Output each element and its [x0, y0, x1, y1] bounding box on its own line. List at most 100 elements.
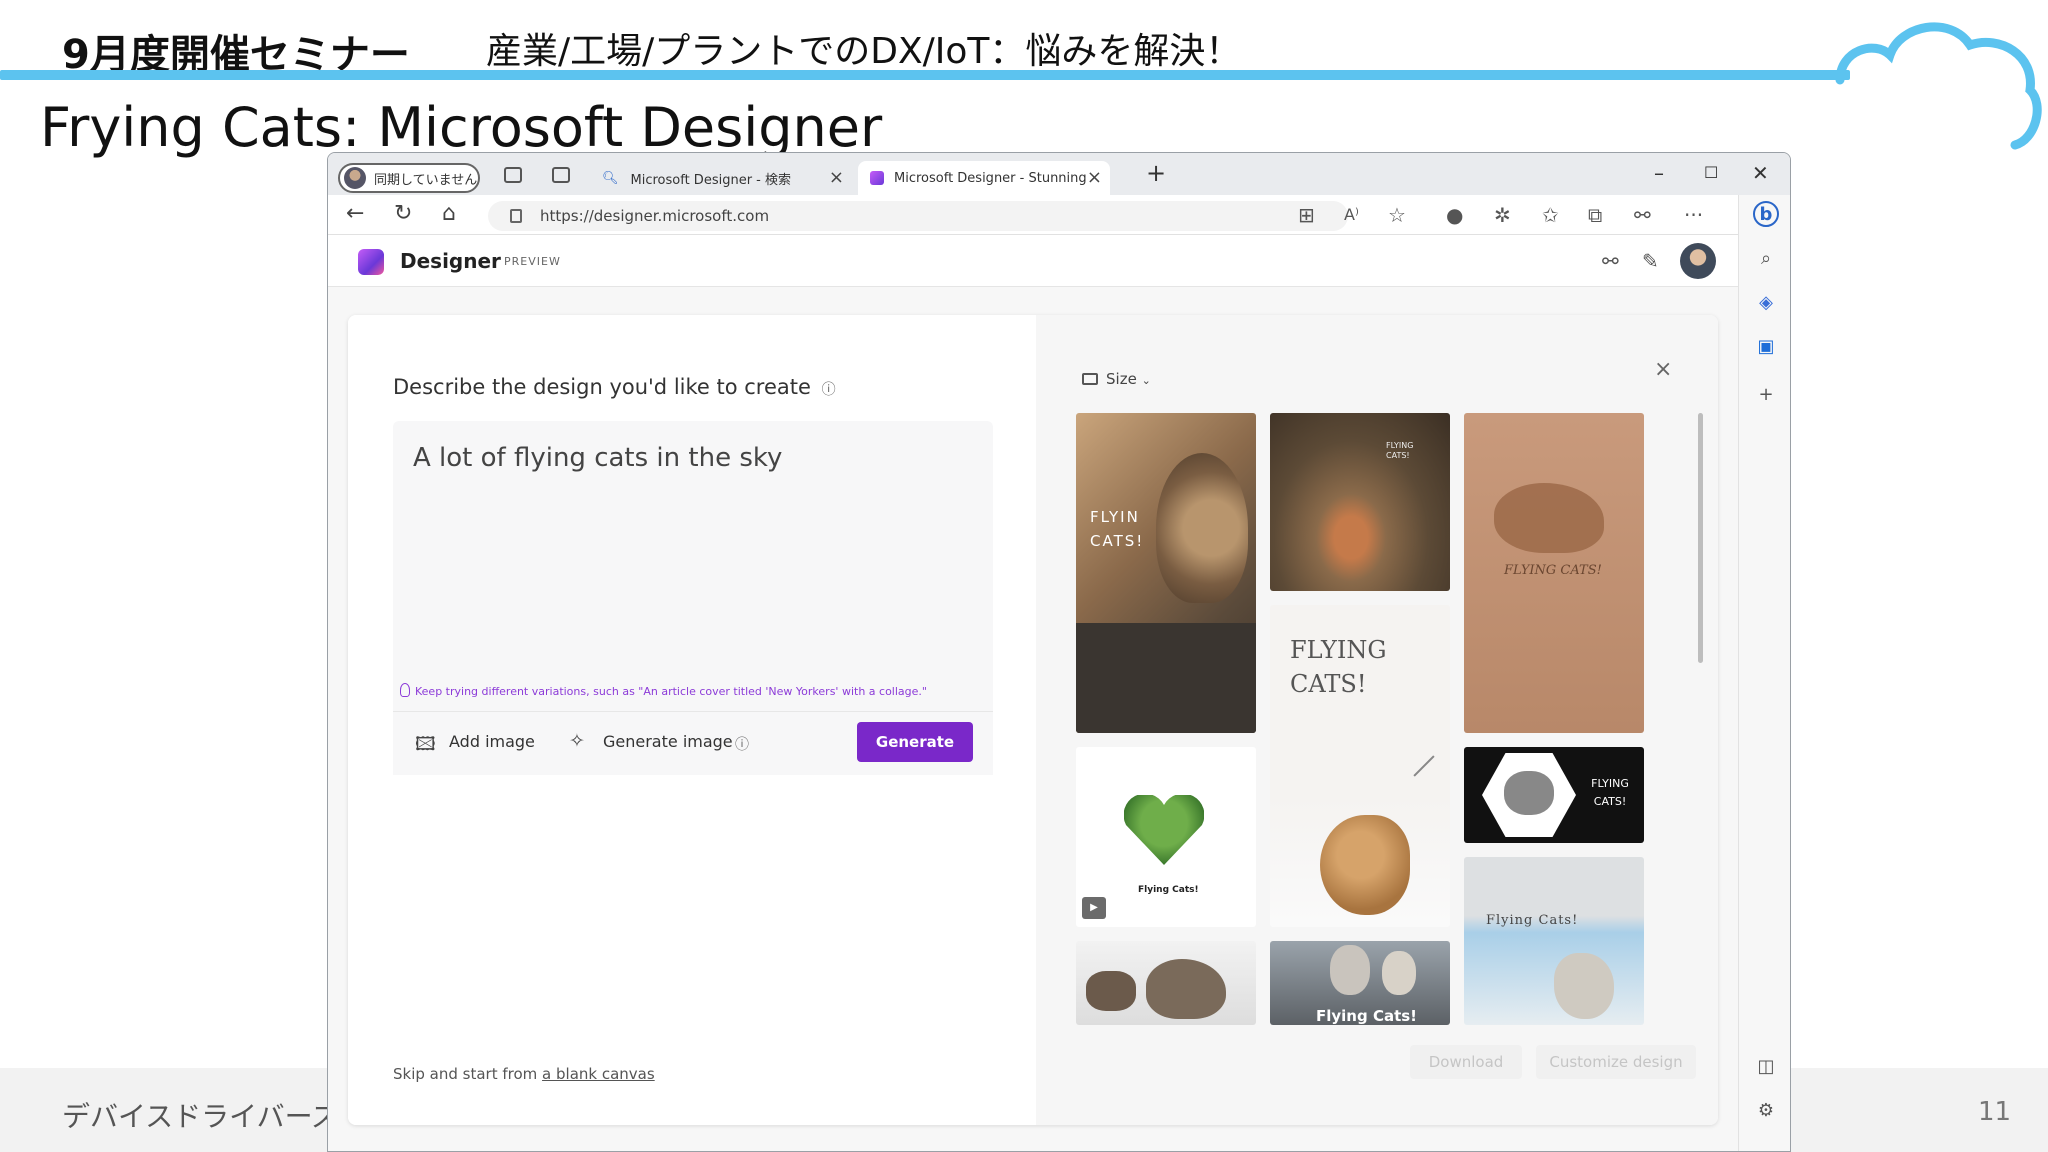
tip-text: Keep trying different variations, such a… — [415, 685, 927, 698]
page-number: 11 — [1978, 1097, 2012, 1127]
favorite-star-icon[interactable]: ☆ — [1388, 203, 1406, 227]
search-icon: 🔍︎ — [602, 170, 619, 186]
prompt-actions: 🖾 Add image ✧ Generate image ⓘ Generate — [393, 711, 993, 775]
design-thumbnail[interactable]: FLYING CATS! — [1270, 413, 1450, 591]
designer-icon — [870, 171, 884, 185]
profile-avatar — [344, 167, 366, 189]
design-thumbnail[interactable]: Flying Cats! ▶ — [1076, 747, 1256, 927]
sidebar-toggle-icon[interactable]: ◫ — [1753, 1053, 1779, 1079]
design-thumbnail[interactable] — [1076, 941, 1256, 1025]
design-title: FLYING CATS! — [1290, 636, 1387, 698]
cat-image — [1146, 959, 1226, 1019]
info-icon[interactable]: ⓘ — [735, 734, 749, 754]
office-icon[interactable]: ◈ — [1753, 289, 1779, 315]
tab-designer[interactable]: Microsoft Designer - Stunning d × — [858, 161, 1110, 195]
cat-image — [1330, 945, 1370, 995]
close-icon[interactable]: × — [829, 167, 844, 188]
video-icon: ▶ — [1082, 897, 1106, 919]
collections-icon[interactable]: ⧉ — [1588, 203, 1602, 227]
read-aloud-icon[interactable]: A⁾ — [1344, 205, 1359, 224]
tab-search[interactable]: 🔍︎ Microsoft Designer - 検索 × — [590, 161, 852, 195]
refresh-icon[interactable]: ↻ — [394, 201, 412, 226]
design-title: Flying Cats! — [1486, 913, 1579, 928]
cat-basket — [1076, 623, 1256, 733]
cloud-icon — [1835, 22, 2042, 150]
prompt-pane: Describe the design you'd like to create… — [348, 315, 1036, 1125]
design-title: FLYING CATS! — [1386, 441, 1414, 460]
info-icon[interactable]: ⓘ — [822, 382, 836, 398]
settings-icon[interactable]: ⚙ — [1753, 1097, 1779, 1123]
home-icon[interactable]: ⌂ — [442, 201, 456, 226]
design-thumbnail[interactable]: FLYING CATS! — [1464, 747, 1644, 843]
footer-company: デバイスドライバーズ — [62, 1100, 340, 1133]
design-thumbnail[interactable]: FLYING CATS! — [1464, 413, 1644, 733]
seminar-subtitle: 産業/工場/プラントでのDX/IoT：悩みを解決！ — [486, 31, 1242, 72]
cat-image — [1156, 453, 1248, 603]
profile-button[interactable]: 同期していません — [338, 163, 480, 193]
back-icon[interactable]: ← — [346, 201, 364, 226]
generate-image-button[interactable]: Generate image — [603, 732, 733, 751]
outlook-icon[interactable]: ▣ — [1753, 333, 1779, 359]
cookie-icon[interactable]: ● — [1446, 203, 1463, 227]
size-label: Size — [1106, 370, 1137, 388]
brand-kit-icon[interactable]: ✎ — [1642, 249, 1659, 273]
skip-text: Skip and start from a blank canvas — [393, 1065, 655, 1083]
extensions-icon[interactable]: ✲ — [1494, 203, 1511, 227]
blank-canvas-link[interactable]: a blank canvas — [542, 1065, 655, 1083]
minimize-icon[interactable]: – — [1654, 161, 1664, 185]
generate-button[interactable]: Generate — [857, 722, 973, 762]
tab-bar: 同期していません 🔍︎ Microsoft Designer - 検索 × Mi… — [328, 153, 1790, 195]
close-icon[interactable]: × — [1654, 357, 1672, 382]
designer-appbar: Designer PREVIEW ⚯ ✎ — [328, 235, 1738, 287]
workspaces-icon[interactable] — [504, 167, 522, 183]
prompt-heading: Describe the design you'd like to create… — [393, 375, 836, 399]
window-close-icon[interactable]: ✕ — [1752, 161, 1769, 185]
designs-pane: Size ⌄ × FLYIN CATS! Flying Cats! ▶ FLYI… — [1036, 315, 1718, 1125]
sparkle-icon: ✧ — [569, 730, 585, 752]
design-thumbnail[interactable]: Flying Cats! — [1464, 857, 1644, 1025]
cat-image — [1320, 815, 1410, 915]
cat-image — [1504, 771, 1554, 815]
design-thumbnail[interactable]: Flying Cats! — [1270, 941, 1450, 1025]
download-button[interactable]: Download — [1410, 1045, 1522, 1079]
designer-logo-icon — [358, 249, 384, 275]
favorites-icon[interactable]: ✩ — [1542, 203, 1559, 227]
url-input[interactable]: https://designer.microsoft.com — [488, 201, 1348, 231]
cat-image — [1086, 971, 1136, 1011]
bing-chat-icon[interactable]: b — [1753, 201, 1779, 227]
prompt-value: A lot of flying cats in the sky — [413, 443, 783, 473]
tab-label: Microsoft Designer - Stunning d — [894, 170, 1089, 186]
preview-badge: PREVIEW — [504, 255, 561, 268]
browser-window: 同期していません 🔍︎ Microsoft Designer - 検索 × Mi… — [327, 152, 1791, 1152]
design-thumbnail[interactable]: FLYIN CATS! — [1076, 413, 1256, 733]
design-title: Flying Cats! — [1138, 885, 1199, 895]
header-accent-line — [0, 70, 1850, 80]
design-thumbnail[interactable]: FLYING CATS! — [1270, 605, 1450, 927]
edge-sidebar: b ⌕ ◈ ▣ + ◫ ⚙ — [1738, 195, 1790, 1151]
close-icon[interactable]: × — [1087, 167, 1102, 188]
lock-icon — [510, 209, 522, 223]
customize-design-button[interactable]: Customize design — [1536, 1045, 1696, 1079]
search-icon[interactable]: ⌕ — [1753, 245, 1779, 271]
heart-icon — [1124, 795, 1204, 865]
share-icon[interactable]: ⚯ — [1634, 203, 1651, 227]
maximize-icon[interactable]: ☐ — [1704, 163, 1718, 182]
avatar[interactable] — [1680, 243, 1716, 279]
design-title: FLYING CATS! — [1591, 777, 1629, 808]
profile-label: 同期していません — [374, 172, 478, 188]
tab-label: Microsoft Designer - 検索 — [630, 172, 791, 188]
address-bar: ← ↻ ⌂ https://designer.microsoft.com ⊞ A… — [328, 195, 1790, 235]
cat-image — [1554, 953, 1614, 1019]
new-tab-button[interactable]: + — [1146, 159, 1166, 187]
create-dialog: Describe the design you'd like to create… — [348, 315, 1718, 1125]
chevron-down-icon: ⌄ — [1141, 374, 1151, 387]
size-dropdown[interactable]: Size ⌄ — [1082, 370, 1151, 388]
add-image-button[interactable]: Add image — [449, 732, 535, 751]
divider-line — [1413, 755, 1435, 777]
app-available-icon[interactable]: ⊞ — [1298, 203, 1315, 227]
tab-actions-icon[interactable] — [552, 167, 570, 183]
scrollbar[interactable] — [1698, 413, 1703, 663]
more-icon[interactable]: ··· — [1684, 203, 1703, 227]
add-icon[interactable]: + — [1753, 381, 1779, 407]
share-icon[interactable]: ⚯ — [1602, 249, 1619, 273]
